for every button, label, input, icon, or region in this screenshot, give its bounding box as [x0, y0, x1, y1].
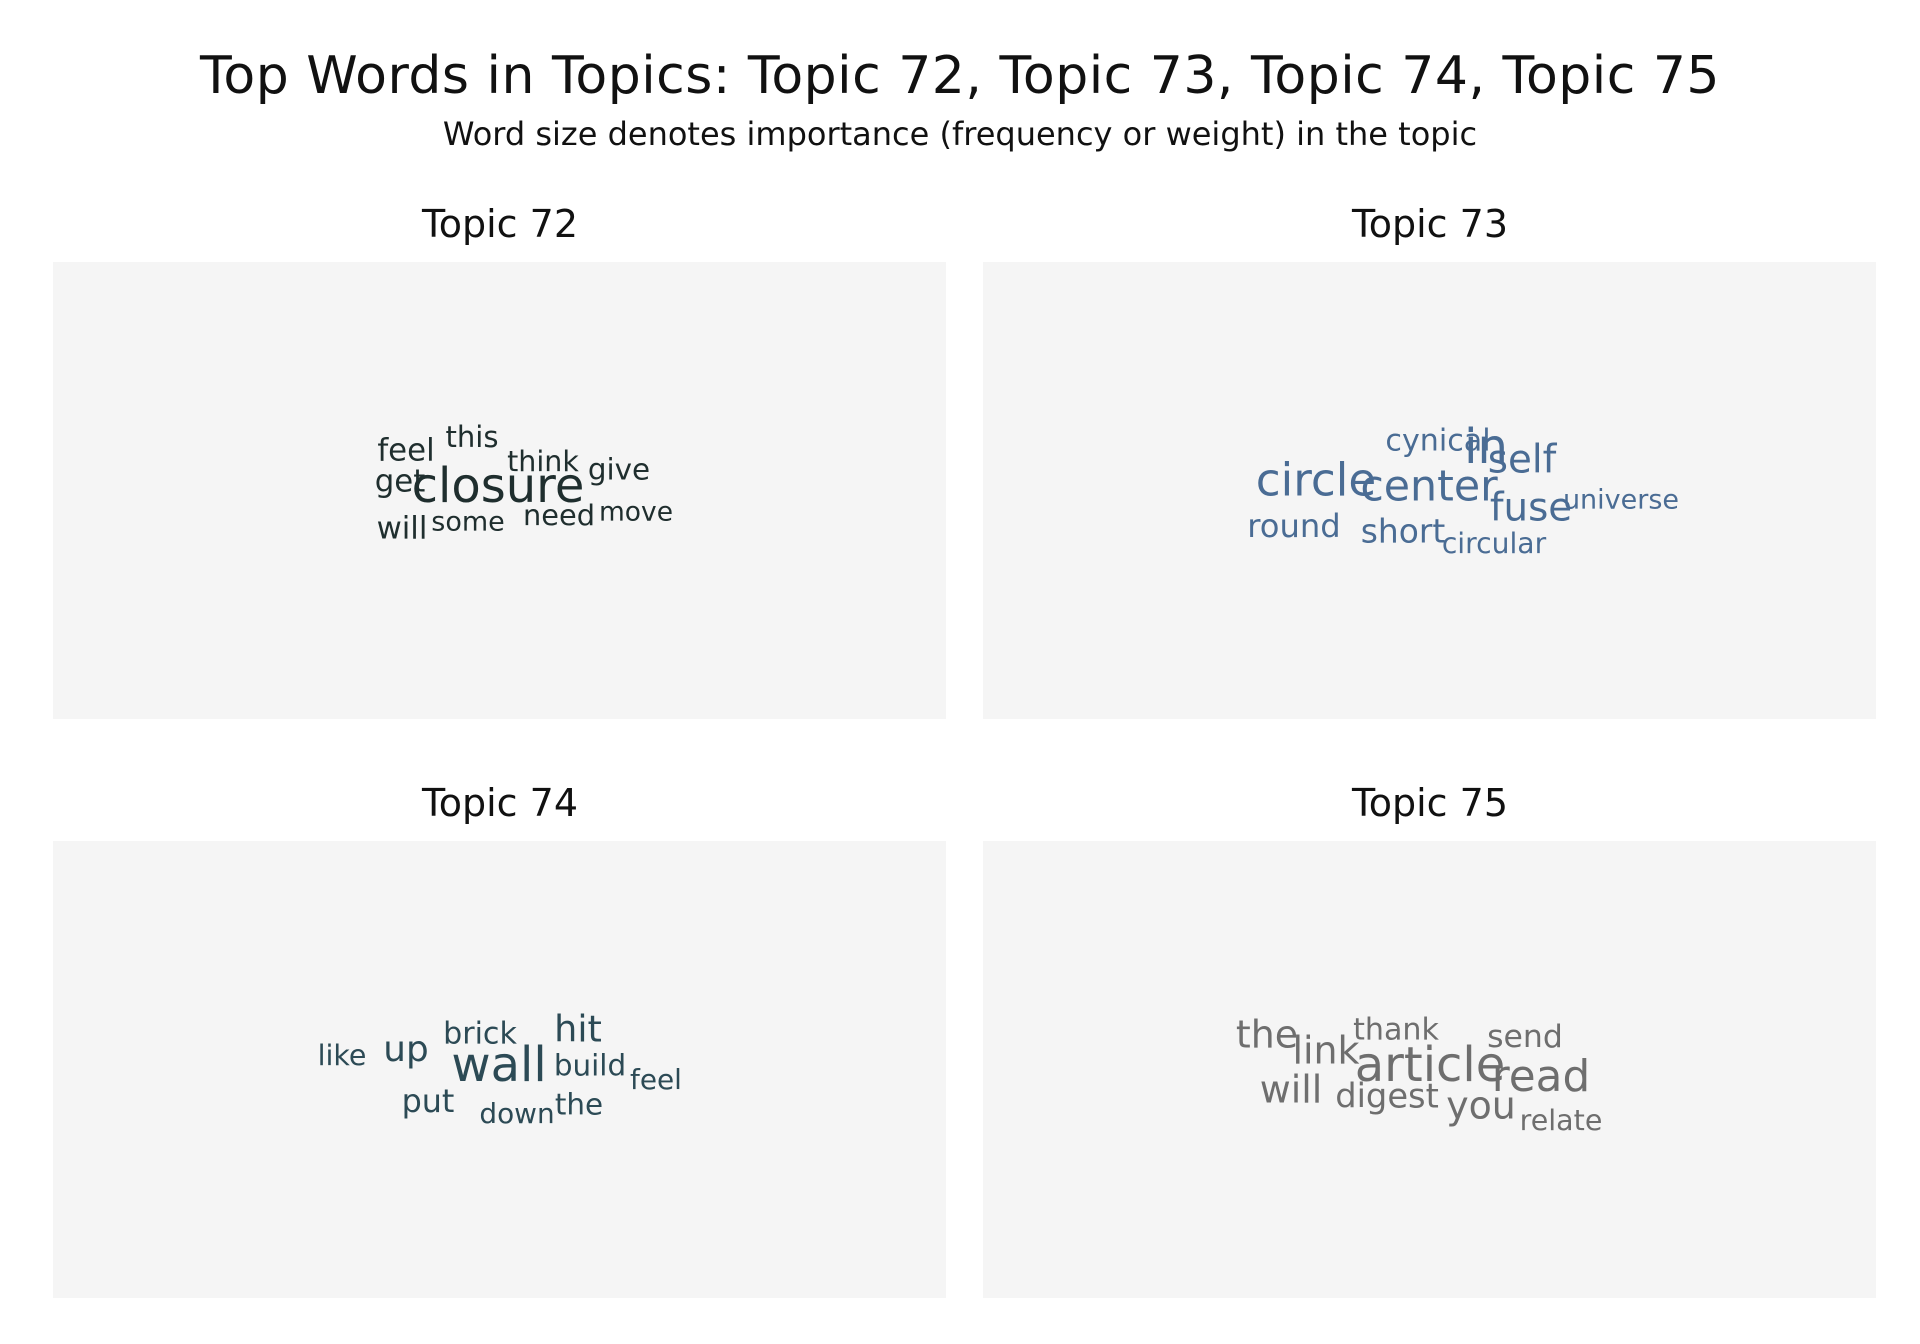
chart-subtitle: Word size denotes importance (frequency …: [442, 115, 1478, 153]
word-circle: circle: [1256, 454, 1376, 507]
word-feel: feel: [630, 1063, 682, 1096]
word-thank: thank: [1353, 1013, 1439, 1048]
word-build: build: [554, 1049, 626, 1083]
word-link: link: [1292, 1029, 1359, 1073]
word-center: center: [1360, 462, 1498, 512]
word-move: move: [599, 497, 673, 528]
word-will: will: [377, 511, 428, 547]
word-the: the: [555, 1088, 603, 1122]
word-will: will: [1260, 1068, 1323, 1112]
word-feel: feel: [377, 433, 434, 469]
word-fuse: fuse: [1490, 486, 1572, 531]
word-need: need: [523, 498, 595, 532]
word-put: put: [402, 1083, 455, 1120]
word-down: down: [479, 1097, 554, 1130]
word-give: give: [588, 453, 650, 487]
word-digest: digest: [1335, 1077, 1439, 1116]
word-you: you: [1446, 1084, 1516, 1128]
word-relate: relate: [1520, 1104, 1603, 1137]
panel-title-topic-74: Topic 74: [421, 781, 578, 825]
wordcloud-topic-72: closuregetfeelwillgivethisneedthinksome m…: [375, 420, 673, 547]
word-this: this: [445, 420, 498, 454]
wordcloud-panel-topic-75: article read link the will you digest send thank…: [983, 841, 1876, 1298]
word-cynical: cynical: [1385, 424, 1490, 459]
panel-title-topic-72: Topic 72: [421, 202, 578, 246]
word-short: short: [1361, 512, 1446, 551]
word-universe: universe: [1563, 485, 1679, 516]
word-up: up: [383, 1029, 428, 1070]
panel-title-topic-75: Topic 75: [1351, 781, 1508, 825]
chart-title: Top Words in Topics: Topic 72, Topic 73,…: [199, 46, 1721, 106]
wordcloud-topic-73: incirclecenterselffuseshortroundcynicalc…: [1247, 419, 1679, 560]
word-round: round: [1247, 507, 1340, 545]
wordcloud-panel-topic-74: wall hit up put brick build the like feel down: [53, 841, 946, 1298]
word-circular: circular: [1442, 527, 1547, 560]
word-brick: brick: [443, 1017, 517, 1052]
word-hit: hit: [554, 1008, 602, 1051]
word-the: the: [1236, 1013, 1298, 1057]
word-some: some: [431, 507, 505, 538]
wordcloud-topic-74: wallhitupputbrickbuildthelikefeeldown: [318, 1008, 682, 1131]
word-self: self: [1488, 438, 1558, 483]
word-like: like: [318, 1039, 367, 1072]
wordcloud-panel-topic-72: closure get feel will give this need think some m…: [53, 262, 946, 719]
word-get: get: [375, 464, 426, 500]
word-send: send: [1487, 1019, 1563, 1055]
panel-title-topic-73: Topic 73: [1351, 202, 1508, 246]
wordcloud-topic-75: articlereadlinkthewill youdigestsendthank…: [1236, 1013, 1603, 1138]
word-think: think: [507, 445, 579, 478]
wordcloud-panel-topic-73: in circle center self fuse short round cynical c…: [983, 262, 1876, 719]
